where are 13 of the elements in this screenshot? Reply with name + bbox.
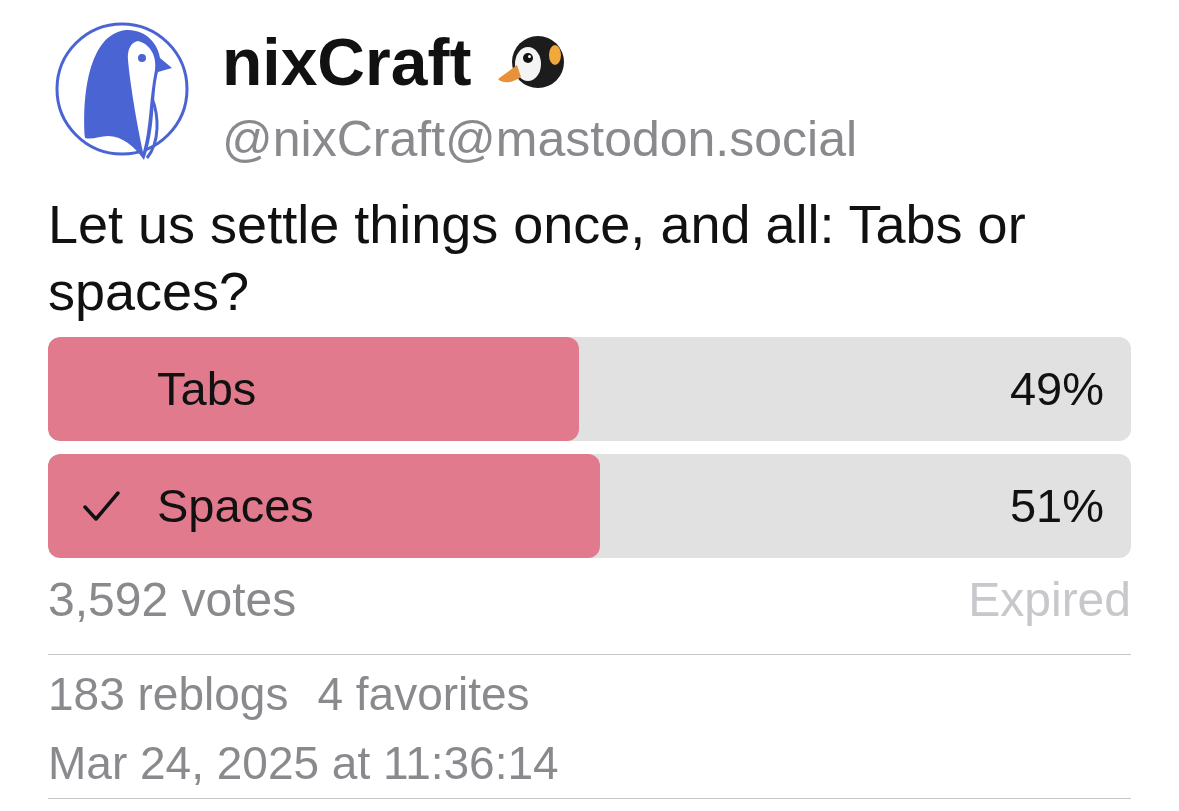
poll-option-percent: 51% bbox=[1009, 478, 1104, 534]
poll-option-label: Spaces bbox=[157, 478, 314, 534]
account-handle: @nixCraft@mastodon.social bbox=[222, 110, 858, 169]
post-stat-link[interactable]: 4 favorites bbox=[317, 666, 530, 722]
poll-status: Expired bbox=[968, 572, 1131, 628]
post-stat-link[interactable]: 183 reblogs bbox=[48, 666, 289, 722]
post-timestamp: Mar 24, 2025 at 11:36:14 bbox=[48, 736, 559, 791]
poll-option-percent: 49% bbox=[1009, 361, 1104, 417]
penguin-head-icon bbox=[497, 35, 566, 89]
vote-count: 3,592 votes bbox=[48, 572, 297, 628]
post-text: Let us settle things once, and all: Tabs or spaces? bbox=[48, 193, 1027, 323]
poll-option-label: Tabs bbox=[157, 361, 257, 417]
display-name: nixCraft bbox=[222, 26, 472, 98]
